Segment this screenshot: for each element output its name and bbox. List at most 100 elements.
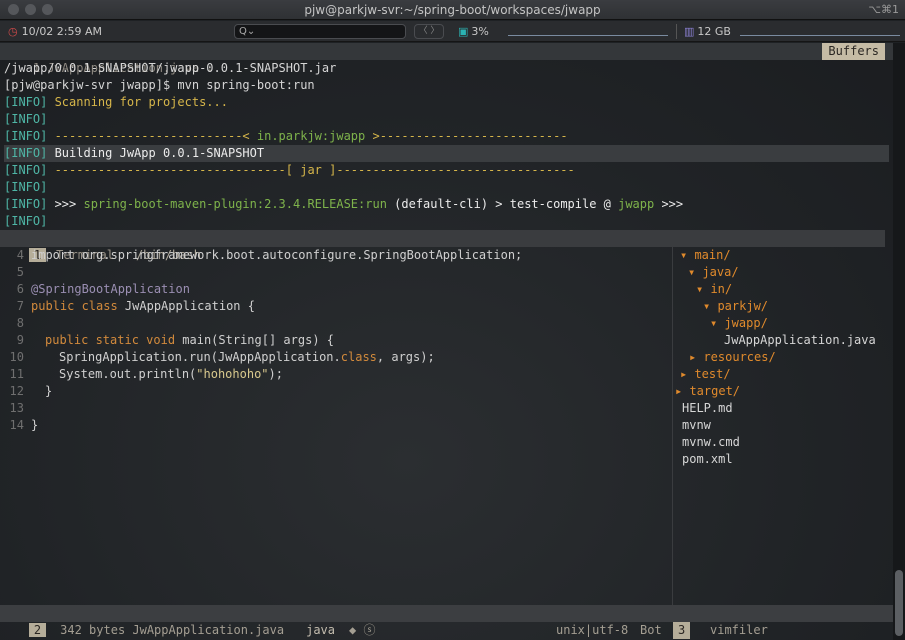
folder-closed-icon: ▸	[675, 384, 690, 398]
terminal-line: [INFO] --------------------------------[…	[4, 162, 575, 179]
terminal-line-current: [INFO] Building JwApp 0.0.1-SNAPSHOT	[4, 145, 889, 162]
status-bar: ◷ 10/02 2:59 AM Q⌄ 〈 〉 ▣ 3% ▥ 12 GB	[0, 21, 905, 42]
keyword: public static void	[45, 333, 176, 347]
scrollbar[interactable]	[893, 43, 905, 640]
cpu-graph	[508, 35, 668, 36]
window-split-divider[interactable]	[672, 247, 673, 605]
folder-open-icon: ▾	[688, 265, 703, 279]
buffers-label[interactable]: Buffers	[822, 43, 885, 60]
tree-item-label: test/	[694, 367, 731, 381]
tree-item-target[interactable]: ▸ target/	[675, 383, 740, 400]
tree-item-help-md[interactable]: HELP.md	[682, 400, 733, 417]
memory-value: 12 GB	[697, 25, 731, 38]
code-text: }	[45, 384, 53, 398]
keyword: public class	[31, 299, 118, 313]
tree-item-mvnw[interactable]: mvnw	[682, 417, 711, 434]
status-divider	[676, 24, 677, 39]
folder-open-icon: ▾	[696, 282, 711, 296]
window-number: 2	[28, 623, 47, 637]
folder-closed-icon: ▸	[680, 367, 695, 381]
code-line: 7 public class JwAppApplication {	[0, 298, 670, 315]
code-line: 11 System.out.println("hohohoho");	[0, 366, 670, 383]
tree-item-mvnw-cmd[interactable]: mvnw.cmd	[682, 434, 740, 451]
plugin-id: spring-boot-maven-plugin:2.3.4.RELEASE:r…	[83, 197, 387, 211]
tree-item-jwappapplication-java[interactable]: JwAppApplication.java	[724, 332, 876, 349]
annotation: @SpringBootApplication	[31, 282, 190, 296]
tree-item-test[interactable]: ▸ test/	[680, 366, 731, 383]
terminal-text: --------------------------------[ jar ]-…	[47, 163, 575, 177]
window-number: 3	[673, 622, 691, 639]
code-text: SpringApplication.run(JwAppApplication.	[59, 350, 341, 364]
search-icon: Q	[239, 26, 247, 37]
tree-item-in[interactable]: ▾ in/	[696, 281, 732, 298]
keyword: class	[340, 350, 377, 364]
terminal-statusline: 1 Terminal/bin/bash	[0, 230, 885, 262]
window-title-bar: pjw@parkjw-svr:~/spring-boot/workspaces/…	[0, 0, 905, 20]
line-number: 4	[16, 248, 24, 262]
tree-item-label: java/	[702, 265, 739, 279]
code-text: System.out.println(	[59, 367, 197, 381]
memory-meter: ▥ 12 GB	[684, 25, 731, 38]
tree-item-main[interactable]: ▾ main/	[680, 247, 731, 264]
window-shortcut: ⌥⌘1	[868, 3, 899, 16]
terminal-text: >>>	[654, 197, 684, 211]
cpu-value: 3%	[471, 25, 489, 38]
cpu-icon: ▣	[458, 25, 469, 38]
filer-name: vimfiler	[710, 623, 768, 637]
tree-item-label: main/	[694, 248, 731, 262]
code-line: 4 import org.springframework.boot.autocon…	[0, 247, 670, 264]
editor-statusline: 2 342 bytes JwAppApplication.java java ◆ ⓢ u…	[0, 605, 905, 639]
line-number: 13	[9, 401, 24, 415]
tree-item-label: in/	[710, 282, 733, 296]
code-text: , args);	[376, 350, 435, 364]
terminal-line: [INFO] Scanning for projects...	[4, 94, 228, 111]
terminal-text: (default-cli) > test-compile @	[386, 197, 619, 211]
line-number: 12	[9, 384, 24, 398]
terminal-text: >>>	[47, 197, 84, 211]
terminal-text: >--------------------------	[365, 129, 568, 143]
window-title: pjw@parkjw-svr:~/spring-boot/workspaces/…	[304, 3, 601, 17]
line-number: 7	[16, 299, 24, 313]
terminal-line: [INFO] >>> spring-boot-maven-plugin:2.3.…	[4, 196, 683, 213]
code-text: SpringApplication.run(JwAppApplication.c…	[59, 349, 435, 366]
tree-item-label: jwapp/	[724, 316, 768, 330]
code-line: 5	[0, 264, 670, 281]
terminal-line: [pjw@parkjw-svr jwapp]$ mvn spring-boot:…	[4, 78, 315, 92]
tree-item-resources[interactable]: ▸ resources/	[689, 349, 776, 366]
code-line: 6 @SpringBootApplication	[0, 281, 670, 298]
encoding: unix|utf-8	[556, 623, 629, 637]
tree-item-java[interactable]: ▾ java/	[688, 264, 739, 281]
clock-icon: ◷	[8, 25, 18, 38]
info-tag: [INFO]	[4, 163, 48, 177]
code-line: 13	[0, 400, 670, 417]
string-literal: "hohohoho"	[196, 367, 269, 381]
code-text: JwAppApplication {	[117, 299, 255, 313]
folder-open-icon: ▾	[710, 316, 725, 330]
vim-editor[interactable]: 1 JwAppApplication.java ⇣ Buffers /jwapp…	[0, 43, 905, 640]
line-number: 5	[16, 265, 24, 279]
search-nav-buttons[interactable]: 〈 〉	[414, 24, 444, 39]
cursor-position: Bot	[640, 623, 662, 637]
code-text: main(String[] args) {	[175, 333, 334, 347]
line-number: 6	[16, 282, 24, 296]
tree-item-jwapp[interactable]: ▾ jwapp/	[710, 315, 768, 332]
project-id: in.parkjw:jwapp	[256, 129, 366, 143]
terminal-text: Building JwApp 0.0.1-SNAPSHOT	[47, 146, 265, 160]
scrollbar-thumb[interactable]	[895, 570, 903, 636]
filetype: java	[306, 623, 336, 637]
file-info: 342 bytes JwAppApplication.java	[60, 623, 285, 637]
tree-item-parkjw[interactable]: ▾ parkjw/	[703, 298, 768, 315]
tree-item-label: resources/	[703, 350, 776, 364]
tree-item-pom-xml[interactable]: pom.xml	[682, 451, 733, 468]
info-tag: [INFO]	[4, 129, 48, 143]
line-number: 10	[9, 350, 24, 364]
status-marks: ◆ ⓢ	[349, 623, 376, 637]
vim-tabline: 1 JwAppApplication.java ⇣ Buffers	[0, 43, 905, 75]
search-input[interactable]: Q⌄	[234, 24, 406, 39]
code-text: public class JwAppApplication {	[31, 298, 255, 315]
info-tag: [INFO]	[4, 95, 48, 109]
clock: ◷ 10/02 2:59 AM	[8, 25, 102, 38]
memory-graph	[740, 35, 900, 36]
memory-icon: ▥	[684, 25, 695, 38]
code-line: 10 SpringApplication.run(JwAppApplication…	[0, 349, 670, 366]
